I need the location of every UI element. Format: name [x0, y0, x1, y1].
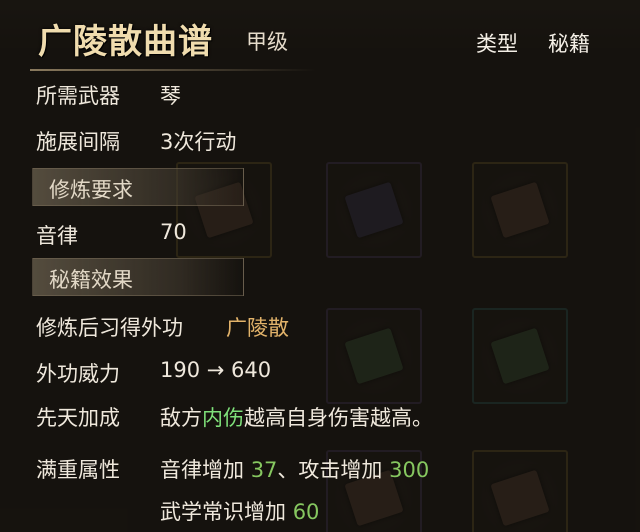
innate-suffix: 越高自身伤害越高。: [244, 406, 433, 430]
full-attr-a: 音律增加: [160, 458, 244, 482]
full-attr-a-num: 37: [250, 458, 278, 482]
requirements-section-header: 修炼要求: [32, 168, 244, 206]
type-value: 秘籍: [548, 32, 590, 56]
requirements-title: 修炼要求: [49, 178, 133, 202]
innate-prefix: 敌方: [160, 406, 202, 430]
effects-title: 秘籍效果: [49, 268, 133, 292]
interval-value: 3次行动: [160, 130, 237, 154]
item-grade: 甲级: [246, 30, 288, 54]
full-attr-line1: 音律增加 37、攻击增加 300: [160, 454, 429, 484]
full-attr-b: 、攻击增加: [277, 458, 383, 482]
skill-value: 70: [160, 220, 187, 244]
full-attr-label: 满重属性: [36, 458, 120, 482]
innate-label: 先天加成: [36, 406, 120, 430]
interval-label: 施展间隔: [36, 130, 120, 154]
header-divider: [30, 69, 316, 71]
tooltip-header: 广陵散曲谱 甲级 类型 秘籍: [0, 0, 640, 71]
type-label: 类型: [476, 32, 518, 56]
power-label: 外功威力: [36, 362, 120, 386]
effects-section-header: 秘籍效果: [32, 258, 244, 296]
power-value: 190 → 640: [160, 358, 272, 382]
full-attr-c-num: 60: [292, 500, 320, 524]
weapon-label: 所需武器: [36, 84, 120, 108]
skill-label: 音律: [36, 224, 78, 248]
learn-label: 修炼后习得外功: [36, 316, 183, 340]
weapon-value: 琴: [160, 84, 181, 108]
full-attr-c: 武学常识增加: [160, 500, 286, 524]
item-tooltip: 广陵散曲谱 甲级 类型 秘籍 所需武器 琴 施展间隔 3次行动 修炼要求 音律 …: [0, 0, 640, 532]
full-attr-line2: 武学常识增加 60: [160, 496, 319, 526]
innate-highlight: 内伤: [202, 406, 244, 430]
full-attr-b-num: 300: [389, 458, 430, 482]
learn-value: 广陵散: [226, 316, 289, 340]
item-name: 广陵散曲谱: [38, 22, 213, 62]
innate-text: 敌方内伤越高自身伤害越高。: [160, 402, 433, 432]
